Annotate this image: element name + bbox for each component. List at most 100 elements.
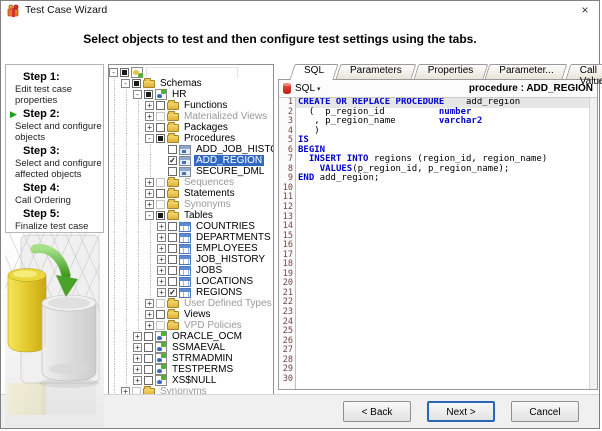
tree-node-jobs[interactable]: + JOBS: [109, 265, 273, 276]
node-checkbox-partial[interactable]: [132, 79, 141, 88]
expand-toggle-icon[interactable]: +: [145, 178, 154, 187]
tree-node-views[interactable]: + Views: [109, 309, 273, 320]
node-checkbox-empty[interactable]: [156, 101, 165, 110]
node-checkbox-disabled: [156, 112, 165, 121]
expand-toggle-icon[interactable]: +: [145, 123, 154, 132]
editor-scrollbar[interactable]: [589, 98, 597, 389]
node-checkbox-empty[interactable]: [144, 343, 153, 352]
node-checkbox-partial[interactable]: [156, 134, 165, 143]
node-checkbox-empty[interactable]: [156, 189, 165, 198]
node-checkbox-partial[interactable]: [156, 211, 165, 220]
tree-node-sequences[interactable]: + Sequences: [109, 177, 273, 188]
tree-node-xs-null[interactable]: + XS$NULL: [109, 375, 273, 386]
expand-toggle-icon[interactable]: +: [157, 288, 166, 297]
tree-node-employees[interactable]: + EMPLOYEES: [109, 243, 273, 254]
node-checkbox-empty[interactable]: [144, 332, 153, 341]
tree-node-ssmaeval[interactable]: + SSMAEVAL: [109, 342, 273, 353]
tree-node-materialized-views[interactable]: + Materialized Views: [109, 111, 273, 122]
tree-node-procedures[interactable]: - Procedures: [109, 133, 273, 144]
expand-toggle-icon[interactable]: +: [133, 343, 142, 352]
expand-toggle-icon[interactable]: +: [145, 200, 154, 209]
collapse-toggle-icon[interactable]: -: [145, 134, 154, 143]
tree-node-countries[interactable]: + COUNTRIES: [109, 221, 273, 232]
expand-toggle-icon[interactable]: +: [133, 365, 142, 374]
expand-toggle-icon[interactable]: +: [157, 244, 166, 253]
tree-node-locations[interactable]: + LOCATIONS: [109, 276, 273, 287]
steps-panel: ▶Step 1:Edit test case properties ▶ Step 2…: [5, 64, 104, 233]
tree-node-departments[interactable]: + DEPARTMENTS: [109, 232, 273, 243]
expand-toggle-icon[interactable]: +: [145, 299, 154, 308]
tree-node-schemas[interactable]: - Schemas: [109, 78, 273, 89]
expand-toggle-icon[interactable]: +: [145, 321, 154, 330]
node-checkbox-empty[interactable]: [168, 145, 177, 154]
tree-node-add-region[interactable]: ✓ ADD_REGION: [109, 155, 273, 166]
collapse-toggle-icon[interactable]: -: [109, 68, 118, 77]
sql-dropdown[interactable]: SQL: [295, 83, 315, 94]
collapse-toggle-icon[interactable]: -: [133, 90, 142, 99]
tab-properties[interactable]: Properties: [416, 64, 486, 79]
tree-node-hr[interactable]: - HR: [109, 89, 273, 100]
tab-sql[interactable]: SQL: [292, 64, 336, 79]
tab-parameters[interactable]: Parameters: [338, 64, 414, 79]
tab-parameter[interactable]: Parameter...: [487, 64, 565, 79]
tree-node-tables[interactable]: - Tables: [109, 210, 273, 221]
tree-node-oracle-ocm[interactable]: + ORACLE_OCM: [109, 331, 273, 342]
node-checkbox-empty[interactable]: [168, 266, 177, 275]
tree-node-regions[interactable]: + ✓ REGIONS: [109, 287, 273, 298]
node-checkbox-checked[interactable]: ✓: [168, 288, 177, 297]
expand-toggle-icon[interactable]: +: [157, 233, 166, 242]
expand-toggle-icon[interactable]: +: [133, 354, 142, 363]
code-area[interactable]: 1 2 3 4 5 6 7 8 9 10 11 12 13 14 15 16 17 18 19 20 21 22 23 24 2…: [279, 98, 597, 389]
tree-node-synonyms[interactable]: + Synonyms: [109, 199, 273, 210]
tree-node-vpd-policies[interactable]: + VPD Policies: [109, 320, 273, 331]
close-icon[interactable]: ×: [577, 2, 593, 18]
schema-icon: [155, 342, 167, 353]
expand-toggle-icon[interactable]: +: [133, 332, 142, 341]
expand-toggle-icon[interactable]: +: [157, 222, 166, 231]
collapse-toggle-icon[interactable]: -: [145, 211, 154, 220]
chevron-down-icon[interactable]: ▾: [317, 85, 321, 93]
expand-toggle-icon[interactable]: +: [157, 277, 166, 286]
node-checkbox-empty[interactable]: [168, 255, 177, 264]
expand-toggle-icon[interactable]: +: [145, 189, 154, 198]
tree-node-add-job-history[interactable]: ADD_JOB_HISTORY: [109, 144, 273, 155]
node-checkbox-partial[interactable]: [120, 68, 129, 77]
node-checkbox-empty[interactable]: [144, 376, 153, 385]
node-checkbox-empty[interactable]: [168, 167, 177, 176]
expand-toggle-icon[interactable]: +: [133, 376, 142, 385]
cancel-button[interactable]: Cancel: [511, 401, 579, 422]
node-checkbox-empty[interactable]: [168, 277, 177, 286]
tree-node-packages[interactable]: + Packages: [109, 122, 273, 133]
node-checkbox-empty[interactable]: [168, 233, 177, 242]
node-checkbox-empty[interactable]: [156, 310, 165, 319]
tree-node-label: SECURE_DML: [196, 166, 265, 177]
tree-node-functions[interactable]: + Functions: [109, 100, 273, 111]
tree-node-user-defined-types[interactable]: + User Defined Types: [109, 298, 273, 309]
node-checkbox-empty[interactable]: [168, 244, 177, 253]
expand-toggle-icon[interactable]: +: [157, 266, 166, 275]
tab-call-values[interactable]: Call Values: [568, 64, 602, 87]
tree-node-strmadmin[interactable]: + STRMADMIN: [109, 353, 273, 364]
expand-toggle-icon[interactable]: +: [145, 310, 154, 319]
node-checkbox-checked[interactable]: ✓: [168, 156, 177, 165]
code-lines[interactable]: CREATE OR REPLACE PROCEDURE add_region (…: [296, 98, 597, 389]
tree-node-job-history[interactable]: + JOB_HISTORY: [109, 254, 273, 265]
next-button[interactable]: Next >: [427, 401, 495, 422]
expand-toggle-icon[interactable]: +: [145, 112, 154, 121]
tree-node-statements[interactable]: + Statements: [109, 188, 273, 199]
node-checkbox-empty[interactable]: [144, 354, 153, 363]
expand-toggle-icon[interactable]: +: [157, 255, 166, 264]
node-checkbox-empty[interactable]: [168, 222, 177, 231]
tree-node-testperms[interactable]: + TESTPERMS: [109, 364, 273, 375]
node-checkbox-empty[interactable]: [144, 365, 153, 374]
tree-node-blank[interactable]: -: [109, 67, 273, 78]
node-checkbox-partial[interactable]: [144, 90, 153, 99]
tree-node-secure-dml[interactable]: SECURE_DML: [109, 166, 273, 177]
collapse-toggle-icon[interactable]: -: [121, 79, 130, 88]
expand-toggle-icon[interactable]: +: [145, 101, 154, 110]
back-button[interactable]: < Back: [343, 401, 411, 422]
node-checkbox-empty[interactable]: [156, 123, 165, 132]
sql-text: regions (region_id, region_name): [368, 154, 548, 165]
